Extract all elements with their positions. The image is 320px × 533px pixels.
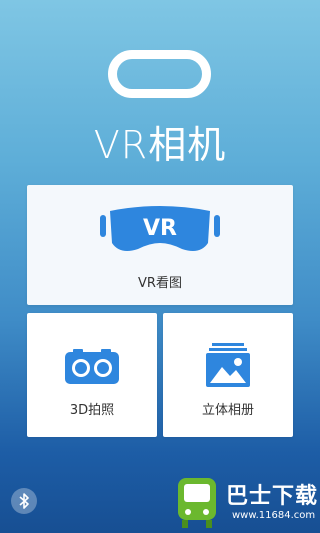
- photo-3d-button[interactable]: 3D拍照: [27, 313, 157, 437]
- vr-headset-icon: VR: [100, 205, 220, 265]
- stereo-album-button[interactable]: 立体相册: [163, 313, 293, 437]
- photo-album-icon: [206, 343, 250, 391]
- app-title: VR相机: [93, 123, 227, 167]
- watermark-url: www.11684.com: [232, 510, 316, 521]
- vr-icon-text: VR: [143, 216, 177, 241]
- bluetooth-icon: [19, 493, 29, 509]
- watermark-text: 巴士下载: [226, 484, 319, 509]
- watermark: 巴士下载 www.11684.com: [172, 470, 320, 533]
- app-logo-icon: [108, 50, 211, 98]
- bluetooth-button[interactable]: [11, 488, 37, 514]
- vr-view-label: VR看图: [138, 276, 182, 291]
- stereo-camera-icon: [65, 349, 119, 389]
- vr-view-button[interactable]: VR VR看图: [27, 185, 293, 305]
- watermark-logo-icon: [178, 478, 216, 528]
- photo-3d-label: 3D拍照: [69, 403, 115, 418]
- stereo-album-label: 立体相册: [201, 403, 254, 418]
